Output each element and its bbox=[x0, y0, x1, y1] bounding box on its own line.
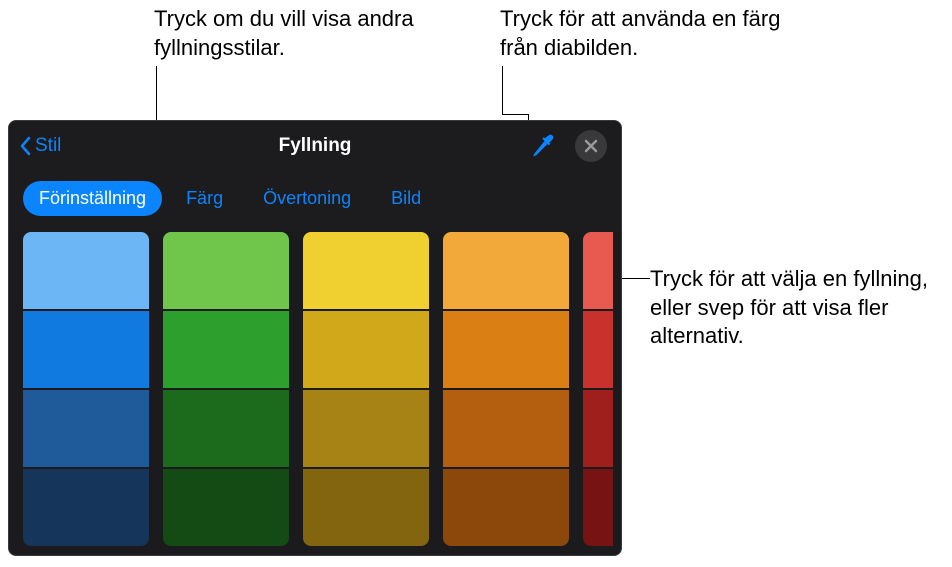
tab-label: Bild bbox=[391, 188, 421, 208]
swatch-grid[interactable] bbox=[9, 232, 621, 546]
color-swatch[interactable] bbox=[163, 390, 289, 467]
header-actions bbox=[529, 130, 607, 162]
color-swatch[interactable] bbox=[583, 232, 613, 309]
close-button[interactable] bbox=[575, 130, 607, 162]
callout-text: Tryck för att välja en fyllning, eller s… bbox=[650, 266, 928, 348]
callout-top-right: Tryck för att använda en färg från diabi… bbox=[500, 5, 790, 62]
color-swatch[interactable] bbox=[303, 311, 429, 388]
fill-panel: Stil Fyllning Förinställning Färg Överto… bbox=[8, 120, 622, 556]
fill-tabs: Förinställning Färg Övertoning Bild bbox=[9, 171, 621, 232]
color-swatch[interactable] bbox=[303, 232, 429, 309]
color-swatch[interactable] bbox=[23, 311, 149, 388]
tab-preset[interactable]: Förinställning bbox=[23, 181, 162, 216]
callout-text: Tryck om du vill visa andra fyllningssti… bbox=[154, 6, 414, 60]
color-swatch[interactable] bbox=[443, 390, 569, 467]
color-swatch[interactable] bbox=[303, 390, 429, 467]
color-swatch[interactable] bbox=[583, 469, 613, 546]
callout-top-left: Tryck om du vill visa andra fyllningssti… bbox=[154, 5, 454, 62]
eyedropper-button[interactable] bbox=[529, 132, 557, 160]
back-label: Stil bbox=[35, 135, 61, 157]
color-swatch[interactable] bbox=[23, 390, 149, 467]
eyedropper-icon bbox=[530, 133, 556, 159]
tab-image[interactable]: Bild bbox=[375, 181, 437, 216]
tab-gradient[interactable]: Övertoning bbox=[247, 181, 367, 216]
tab-label: Övertoning bbox=[263, 188, 351, 208]
color-swatch[interactable] bbox=[163, 232, 289, 309]
color-swatch[interactable] bbox=[443, 469, 569, 546]
callout-text: Tryck för att använda en färg från diabi… bbox=[500, 6, 780, 60]
tab-label: Färg bbox=[186, 188, 223, 208]
swatch-column bbox=[23, 232, 149, 546]
color-swatch[interactable] bbox=[23, 232, 149, 309]
swatch-column bbox=[163, 232, 289, 546]
swatch-column bbox=[443, 232, 569, 546]
close-icon bbox=[584, 139, 598, 153]
swatch-column bbox=[303, 232, 429, 546]
callout-line bbox=[502, 114, 528, 115]
color-swatch[interactable] bbox=[163, 311, 289, 388]
chevron-left-icon bbox=[19, 136, 33, 156]
color-swatch[interactable] bbox=[443, 311, 569, 388]
color-swatch[interactable] bbox=[163, 469, 289, 546]
color-swatch[interactable] bbox=[583, 311, 613, 388]
callout-line bbox=[502, 66, 503, 114]
panel-title: Fyllning bbox=[279, 135, 352, 157]
callout-right: Tryck för att välja en fyllning, eller s… bbox=[650, 265, 940, 351]
tab-color[interactable]: Färg bbox=[170, 181, 239, 216]
swatch-column bbox=[583, 232, 613, 546]
panel-header: Stil Fyllning bbox=[9, 121, 621, 171]
color-swatch[interactable] bbox=[303, 469, 429, 546]
color-swatch[interactable] bbox=[23, 469, 149, 546]
tab-label: Förinställning bbox=[39, 188, 146, 208]
color-swatch[interactable] bbox=[443, 232, 569, 309]
back-button[interactable]: Stil bbox=[9, 135, 61, 157]
color-swatch[interactable] bbox=[583, 390, 613, 467]
